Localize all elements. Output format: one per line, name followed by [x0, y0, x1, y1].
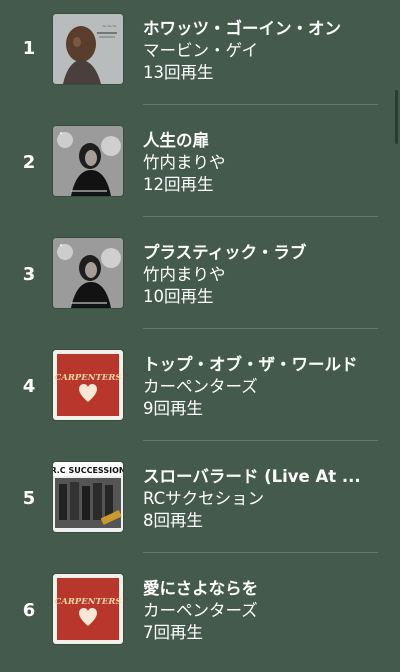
track-artist: マービン・ゲイ — [143, 41, 259, 60]
track-title: ホワッツ・ゴーイン・オン — [143, 19, 341, 38]
track-play-count: 8回再生 — [143, 511, 203, 530]
track-title: 愛にさよならを — [143, 579, 259, 598]
track-row-2[interactable]: 2 ✦ 人生の扉 竹内まりや 12回再生 — [0, 112, 400, 224]
svg-text:✦: ✦ — [59, 131, 63, 137]
row-divider — [143, 328, 378, 329]
track-play-count: 13回再生 — [143, 63, 214, 82]
track-artist: カーペンターズ — [143, 601, 258, 620]
track-rank: 5 — [22, 488, 36, 509]
track-title: プラスティック・ラブ — [143, 243, 307, 262]
row-divider — [143, 552, 378, 553]
scrollbar[interactable] — [395, 90, 398, 144]
track-rank: 3 — [22, 264, 36, 285]
svg-text:CARPENTERS: CARPENTERS — [54, 597, 121, 607]
track-rank: 1 — [22, 38, 36, 59]
track-artist: カーペンターズ — [143, 377, 258, 396]
track-row-4[interactable]: 4 CARPENTERS トップ・オブ・ザ・ワールド カーペンターズ 9回再生 — [0, 336, 400, 448]
track-meta: プラスティック・ラブ 竹内まりや 10回再生 — [143, 242, 383, 308]
row-divider — [143, 216, 378, 217]
track-meta: スローバラード (Live At ... RCサクセション 8回再生 — [143, 466, 383, 532]
track-row-5[interactable]: 5 R.C SUCCESSION スローバラード (Live At ... RC… — [0, 448, 400, 560]
svg-text:✦: ✦ — [59, 243, 63, 249]
row-divider — [143, 104, 378, 105]
track-play-count: 10回再生 — [143, 287, 214, 306]
svg-text:~~~: ~~~ — [102, 23, 117, 30]
track-title: スローバラード (Live At ... — [143, 467, 361, 486]
top-tracks-list: 1 ~~~ ホワッツ・ゴーイン・オン マービン・ゲイ 13回再生 2 ✦ 人生の… — [0, 0, 400, 665]
svg-text:CARPENTERS: CARPENTERS — [54, 373, 121, 383]
track-rank: 6 — [22, 600, 36, 621]
track-title: トップ・オブ・ザ・ワールド — [143, 355, 358, 374]
carpenters-album-cover-icon: CARPENTERS — [53, 350, 123, 420]
track-artist: 竹内まりや — [143, 153, 226, 172]
track-rank: 2 — [22, 152, 36, 173]
track-title: 人生の扉 — [143, 131, 209, 150]
track-meta: 人生の扉 竹内まりや 12回再生 — [143, 130, 383, 196]
svg-text:R.C SUCCESSION: R.C SUCCESSION — [53, 466, 123, 475]
track-play-count: 7回再生 — [143, 623, 203, 642]
track-meta: 愛にさよならを カーペンターズ 7回再生 — [143, 578, 383, 644]
track-play-count: 9回再生 — [143, 399, 203, 418]
carpenters-album-cover-icon: CARPENTERS — [53, 574, 123, 644]
track-row-1[interactable]: 1 ~~~ ホワッツ・ゴーイン・オン マービン・ゲイ 13回再生 — [0, 0, 400, 112]
track-artist: 竹内まりや — [143, 265, 226, 284]
track-row-6[interactable]: 6 CARPENTERS 愛にさよならを カーペンターズ 7回再生 — [0, 560, 400, 672]
mariya-takeuchi-album-cover-icon: ✦ — [53, 238, 123, 308]
track-row-3[interactable]: 3 ✦ プラスティック・ラブ 竹内まりや 10回再生 — [0, 224, 400, 336]
track-play-count: 12回再生 — [143, 175, 214, 194]
track-meta: ホワッツ・ゴーイン・オン マービン・ゲイ 13回再生 — [143, 18, 383, 84]
mariya-takeuchi-album-cover-icon: ✦ — [53, 126, 123, 196]
rc-succession-album-cover-icon: R.C SUCCESSION — [53, 462, 123, 532]
track-meta: トップ・オブ・ザ・ワールド カーペンターズ 9回再生 — [143, 354, 383, 420]
track-rank: 4 — [22, 376, 36, 397]
marvin-gaye-album-cover-icon: ~~~ — [53, 14, 123, 84]
row-divider — [143, 440, 378, 441]
track-artist: RCサクセション — [143, 489, 265, 508]
